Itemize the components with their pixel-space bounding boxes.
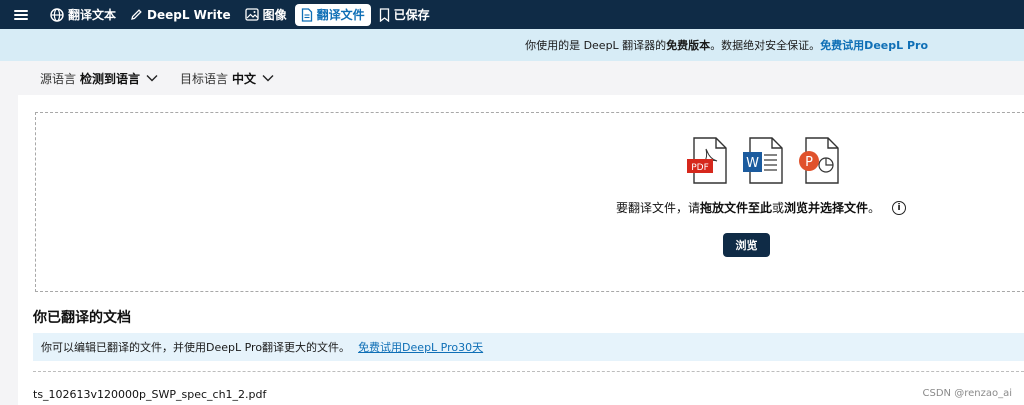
chevron-down-icon <box>262 75 274 82</box>
translated-documents-title: 你已翻译的文档 <box>33 310 131 326</box>
source-language-select[interactable]: 源语言 检测到语言 <box>40 70 158 87</box>
source-language-label: 源语言 <box>40 71 77 86</box>
nav-translate-text[interactable]: 翻译文本 <box>44 4 122 26</box>
nav-image-label: 图像 <box>262 8 287 22</box>
powerpoint-file-label: P <box>805 155 813 170</box>
word-file-label: W <box>746 156 759 171</box>
try-pro-link[interactable]: 免费试用DeepL Pro <box>820 37 928 53</box>
file-name: ts_102613v120000p_SWP_spec_ch1_2.pdf <box>33 388 267 401</box>
word-file-icon: W <box>743 137 783 184</box>
image-icon <box>244 8 259 21</box>
target-language-select[interactable]: 目标语言 中文 <box>180 70 274 87</box>
powerpoint-file-icon: P <box>799 137 839 184</box>
nav-saved-label: 已保存 <box>393 8 430 22</box>
nav-deepl-write[interactable]: DeepL Write <box>124 4 237 26</box>
globe-icon <box>50 7 64 22</box>
free-version-banner: 你使用的是 DeepL 翻译器的 免费版本 。数据绝对安全保证。 免费试用DeepL … <box>0 29 1024 61</box>
watermark: CSDN @renzao_ai <box>922 388 1012 399</box>
supported-file-types: PDF W P <box>686 137 854 185</box>
dropzone-instructions: 要翻译文件，请 拖放文件至此或浏览并选择文件。 i <box>616 199 907 216</box>
pdf-file-icon: PDF <box>687 137 727 184</box>
translated-documents-info: 你可以编辑已翻译的文件，并使用DeepL Pro翻译更大的文件。 免费试用Dee… <box>33 333 1024 361</box>
file-dropzone[interactable]: PDF W P 要翻译文件，请 拖放文件至此或浏览并选择文件 。 i 浏览 <box>35 112 1024 292</box>
source-language-value: 检测到语言 <box>80 71 141 86</box>
nav-saved[interactable]: 已保存 <box>373 4 436 26</box>
nav-image[interactable]: 图像 <box>239 4 293 26</box>
nav-deepl-write-label: DeepL Write <box>147 7 231 22</box>
nav-translate-file-label: 翻译文件 <box>316 8 365 22</box>
drop-text-prefix: 要翻译文件，请 <box>616 201 701 215</box>
top-nav: 翻译文本 DeepL Write 图像 翻译文件 已保存 <box>0 0 1024 29</box>
pen-icon <box>131 9 142 20</box>
pdf-file-label: PDF <box>691 163 709 173</box>
bookmark-icon <box>379 7 389 22</box>
try-pro-30-days-link[interactable]: 免费试用DeepL Pro30天 <box>358 339 483 355</box>
nav-translate-file[interactable]: 翻译文件 <box>294 3 371 26</box>
language-selector-row: 源语言 检测到语言 目标语言 中文 <box>0 61 1024 95</box>
browse-button[interactable]: 浏览 <box>723 233 770 257</box>
target-language-label: 目标语言 <box>180 71 229 86</box>
info-icon[interactable]: i <box>892 200 907 215</box>
banner-text-prefix: 你使用的是 DeepL 翻译器的 <box>525 39 667 52</box>
docs-info-text: 你可以编辑已翻译的文件，并使用DeepL Pro翻译更大的文件。 <box>41 341 351 354</box>
drop-text-drag: 拖放文件至此 <box>700 201 773 215</box>
file-translation-panel: PDF W P 要翻译文件，请 拖放文件至此或浏览并选择文件 。 i 浏览 你已… <box>18 95 1024 405</box>
menu-icon[interactable] <box>14 9 28 20</box>
document-icon <box>301 7 312 22</box>
drop-text-or: 或 <box>772 201 785 215</box>
banner-text-suffix: 。数据绝对安全保证。 <box>710 39 821 52</box>
list-item[interactable]: ts_102613v120000p_SWP_spec_ch1_2.pdf <box>33 371 1024 405</box>
drop-text-browse: 浏览并选择文件 <box>784 201 869 215</box>
drop-text-end: 。 <box>868 201 881 215</box>
nav-translate-text-label: 翻译文本 <box>68 8 117 22</box>
target-language-value: 中文 <box>232 71 257 86</box>
chevron-down-icon <box>146 75 158 82</box>
banner-text-bold: 免费版本 <box>666 39 711 52</box>
